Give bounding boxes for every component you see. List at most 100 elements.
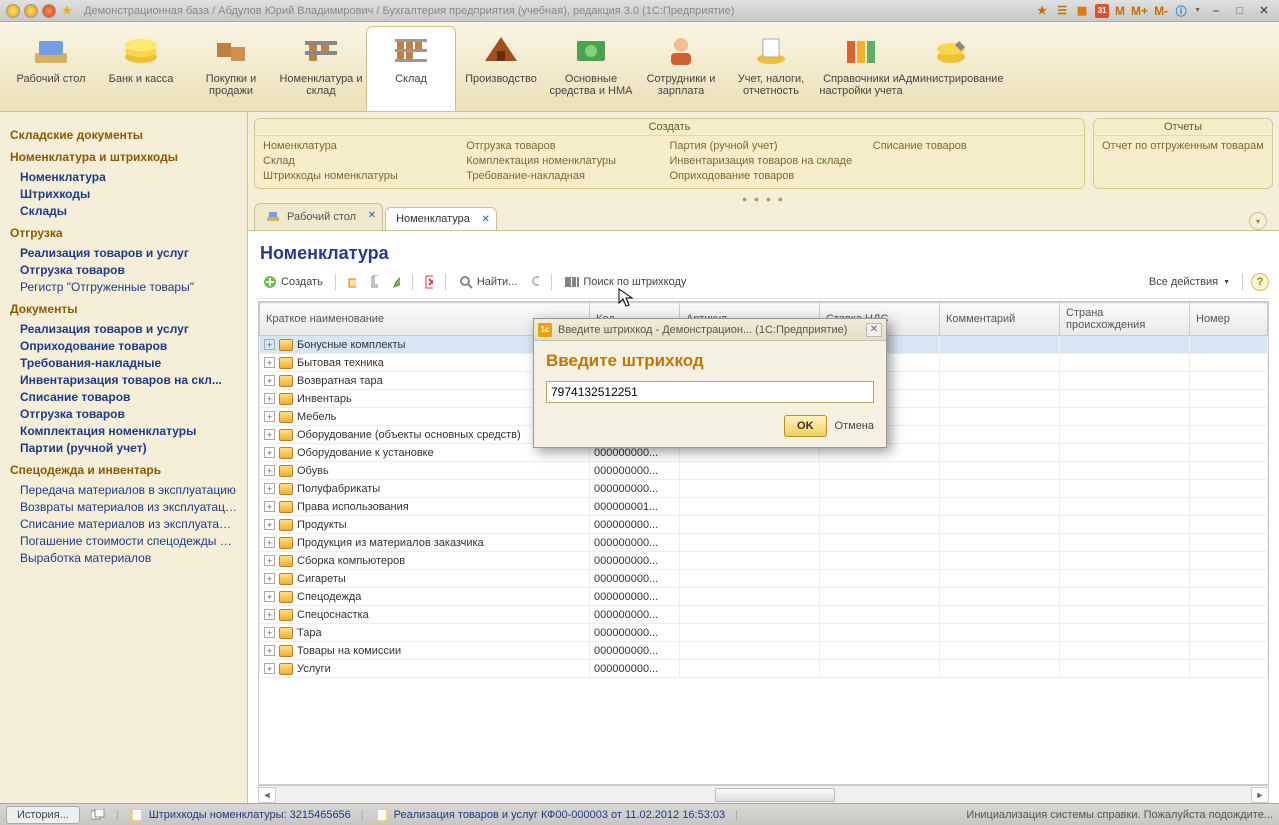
sb-link[interactable]: Склады	[20, 204, 237, 218]
scroll-left-button[interactable]: ◄	[258, 787, 276, 803]
sb-link[interactable]: Номенклатура	[20, 170, 237, 184]
tab-nomenclature[interactable]: Номенклатура ✕	[385, 207, 497, 230]
close-button[interactable]: ✕	[1255, 4, 1273, 18]
toolbar-tax[interactable]: Учет, налоги, отчетность	[726, 26, 816, 111]
delete-button[interactable]	[421, 274, 437, 290]
expand-icon[interactable]: +	[264, 411, 275, 422]
dropdown-icon[interactable]	[24, 4, 38, 18]
p-link[interactable]: Оприходование товаров	[670, 170, 873, 182]
scroll-right-button[interactable]: ►	[1251, 787, 1269, 803]
status-link-2[interactable]: Реализация товаров и услуг КФ00-000003 о…	[374, 807, 725, 823]
p-link[interactable]: Комплектация номенклатуры	[466, 155, 669, 167]
p-link[interactable]: Требование-накладная	[466, 170, 669, 182]
sb-link[interactable]: Требования-накладные	[20, 356, 237, 370]
info-icon[interactable]: ⓘ	[1174, 4, 1188, 18]
sb-link[interactable]: Списание материалов из эксплуатации	[20, 517, 237, 531]
table-row[interactable]: +Спецоснастка000000000...	[260, 606, 1268, 624]
sb-link[interactable]: Партии (ручной учет)	[20, 441, 237, 455]
expand-icon[interactable]: +	[264, 375, 275, 386]
sb-link[interactable]: Реализация товаров и услуг	[20, 322, 237, 336]
find-button[interactable]: Найти...	[454, 272, 522, 292]
barcode-input[interactable]	[546, 381, 874, 403]
mem-m[interactable]: M	[1115, 4, 1125, 18]
sb-link[interactable]: Отгрузка товаров	[20, 407, 237, 421]
toolbar-warehouse[interactable]: Склад	[366, 26, 456, 111]
history-button[interactable]: История...	[6, 806, 80, 824]
toolbar-desktop[interactable]: Рабочий стол	[6, 26, 96, 111]
star-icon[interactable]: ★	[60, 4, 74, 18]
toolbar-bank[interactable]: Банк и касса	[96, 26, 186, 111]
sb-link[interactable]: Отгрузка товаров	[20, 263, 237, 277]
toolbar-hr[interactable]: Сотрудники и зарплата	[636, 26, 726, 111]
sb-link[interactable]: Возвраты материалов из эксплуатации	[20, 500, 237, 514]
status-link-1[interactable]: Штрихкоды номенклатуры: 3215465656	[129, 807, 351, 823]
create-button[interactable]: Создать	[258, 272, 327, 292]
mem-mminus[interactable]: M-	[1154, 4, 1168, 18]
p-link[interactable]: Отчет по отгруженным товарам	[1102, 140, 1264, 152]
table-row[interactable]: +Продукция из материалов заказчика000000…	[260, 534, 1268, 552]
barcode-search-button[interactable]: Поиск по штрихкоду	[560, 272, 690, 292]
all-actions-button[interactable]: Все действия ▼	[1145, 274, 1234, 290]
table-row[interactable]: +Спецодежда000000000...	[260, 588, 1268, 606]
sb-link[interactable]: Выработка материалов	[20, 551, 237, 565]
table-row[interactable]: +Права использования000000001...	[260, 498, 1268, 516]
sb-link[interactable]: Штрихкоды	[20, 187, 237, 201]
p-link[interactable]: Инвентаризация товаров на складе	[670, 155, 873, 167]
table-row[interactable]: +Обувь000000000...	[260, 462, 1268, 480]
expand-icon[interactable]: +	[264, 519, 275, 530]
expand-icon[interactable]: +	[264, 339, 275, 350]
scroll-thumb[interactable]	[715, 788, 835, 802]
sb-link[interactable]: Погашение стоимости спецодежды и с...	[20, 534, 237, 548]
toolbar-purchases[interactable]: Покупки и продажи	[186, 26, 276, 111]
col-num[interactable]: Номер	[1190, 303, 1268, 336]
toolbar-nomenclature[interactable]: Номенклатура и склад	[276, 26, 366, 111]
list-icon[interactable]: ☰	[1055, 4, 1069, 18]
p-link[interactable]: Штрихкоды номенклатуры	[263, 170, 466, 182]
col-country[interactable]: Страна происхождения	[1060, 303, 1190, 336]
toolbar-refs[interactable]: Справочники и настройки учета	[816, 26, 906, 111]
p-link[interactable]: Номенклатура	[263, 140, 466, 152]
p-link[interactable]: Отгрузка товаров	[466, 140, 669, 152]
toolbar-assets[interactable]: Основные средства и НМА	[546, 26, 636, 111]
copy-button[interactable]	[366, 274, 382, 290]
expand-icon[interactable]: +	[264, 555, 275, 566]
edit-button[interactable]	[388, 274, 404, 290]
expand-icon[interactable]: +	[264, 357, 275, 368]
expand-icon[interactable]: +	[264, 429, 275, 440]
fav-icon[interactable]: ★	[1035, 4, 1049, 18]
col-comment[interactable]: Комментарий	[940, 303, 1060, 336]
table-row[interactable]: +Сборка компьютеров000000000...	[260, 552, 1268, 570]
p-link[interactable]: Партия (ручной учет)	[670, 140, 873, 152]
stop-icon[interactable]	[42, 4, 56, 18]
help-button[interactable]: ?	[1251, 273, 1269, 291]
sb-link[interactable]: Комплектация номенклатуры	[20, 424, 237, 438]
sb-link[interactable]: Регистр "Отгруженные товары"	[20, 280, 237, 294]
table-row[interactable]: +Услуги000000000...	[260, 660, 1268, 678]
minimize-button[interactable]: –	[1207, 4, 1225, 18]
mem-mplus[interactable]: M+	[1131, 4, 1148, 18]
sb-link[interactable]: Списание товаров	[20, 390, 237, 404]
maximize-button[interactable]: □	[1231, 4, 1249, 18]
toolbar-production[interactable]: Производство	[456, 26, 546, 111]
tabs-menu-button[interactable]: ▾	[1249, 212, 1267, 230]
table-row[interactable]: +Сигареты000000000...	[260, 570, 1268, 588]
panel-drag-handle[interactable]: ● ● ● ●	[248, 195, 1279, 203]
table-row[interactable]: +Товары на комиссии000000000...	[260, 642, 1268, 660]
table-row[interactable]: +Тара000000000...	[260, 624, 1268, 642]
dialog-titlebar[interactable]: 1c Введите штрихкод - Демонстрацион... (…	[534, 319, 886, 341]
expand-icon[interactable]: +	[264, 645, 275, 656]
windows-icon[interactable]	[90, 807, 106, 823]
expand-icon[interactable]: +	[264, 501, 275, 512]
toolbar-admin[interactable]: Администрирование	[906, 26, 996, 111]
calendar-icon[interactable]: 31	[1095, 4, 1109, 18]
expand-icon[interactable]: +	[264, 573, 275, 584]
table-row[interactable]: +Полуфабрикаты000000000...	[260, 480, 1268, 498]
expand-icon[interactable]: +	[264, 591, 275, 602]
horizontal-scrollbar[interactable]: ◄ ►	[258, 785, 1269, 803]
expand-icon[interactable]: +	[264, 447, 275, 458]
p-link[interactable]: Списание товаров	[873, 140, 1076, 152]
clear-search-button[interactable]	[527, 274, 543, 290]
expand-icon[interactable]: +	[264, 483, 275, 494]
tab-close-icon[interactable]: ✕	[368, 210, 376, 221]
table-row[interactable]: +Продукты000000000...	[260, 516, 1268, 534]
